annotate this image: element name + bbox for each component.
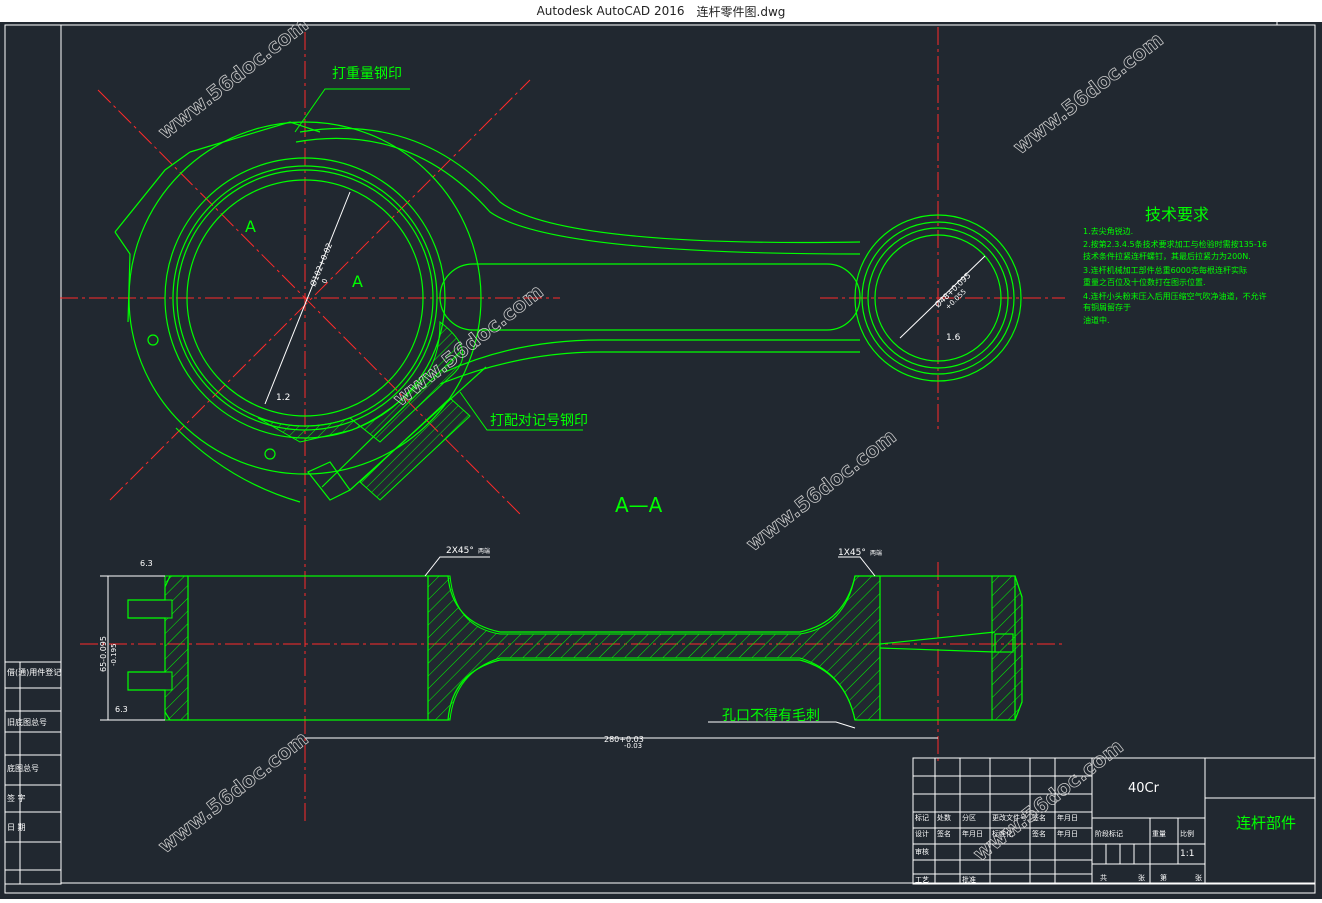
tb-label-sheets2: 张: [1195, 873, 1202, 882]
tb-label-date3: 年月日: [1057, 829, 1078, 838]
tech-line-6: 4.连杆小头粉末压入后用压缩空气吹净油道，不允许: [1083, 291, 1267, 301]
tech-requirements: 技术要求 1.去尖角锐边. 2.按第2.3.4.5条技术要求加工与检验时需按13…: [1083, 205, 1267, 325]
chamfer-right: 1X45°: [838, 548, 866, 558]
tb-label-process: 工艺: [915, 876, 929, 884]
watermark-2: www.56doc.com: [1008, 27, 1167, 159]
roughness-big: 1.2: [276, 393, 290, 403]
tb-label-mark: 标记: [915, 813, 929, 822]
section-hatch-mid: [427, 575, 881, 721]
tech-line-3: 技术条件拉紧连杆螺钉，其最后拉紧力为200N.: [1083, 251, 1251, 261]
tb-label-approve: 批准: [962, 875, 976, 884]
section-hatch-right: [991, 575, 1023, 721]
dim-big-bore-tol: 0: [320, 278, 329, 285]
section-mark-a1: A: [245, 217, 256, 236]
tb-label-sign3: 签名: [1032, 829, 1046, 838]
side-label-5: 日 期: [7, 823, 26, 832]
tb-label-stage: 阶段标记: [1095, 829, 1123, 838]
tb-label-design: 设计: [915, 829, 929, 838]
tech-line-1: 1.去尖角锐边.: [1083, 226, 1133, 236]
bolt-hatch: [359, 397, 471, 501]
tech-line-4: 3.连杆机械加工部件总重6000克每根连杆实际: [1083, 265, 1247, 275]
section-mark-a2: A: [352, 272, 363, 291]
section-view-title: A—A: [615, 493, 663, 517]
section-hatch-left: [164, 575, 189, 721]
material: 40Cr: [1128, 781, 1160, 796]
part-name: 连杆部件: [1236, 814, 1296, 832]
tb-label-page: 第: [1160, 873, 1167, 882]
watermark-5: www.56doc.com: [153, 726, 312, 858]
tb-label-total: 共: [1100, 873, 1107, 882]
dim-width-tol: -0.195: [110, 643, 118, 666]
watermark-6: www.56doc.com: [968, 734, 1127, 866]
tech-line-7: 有铜屑留存于: [1083, 302, 1131, 312]
drawing-frame: [4, 18, 1316, 894]
note-burr: 孔口不得有毛刺: [722, 707, 820, 724]
tech-line-5: 重量之百位及十位数打在图示位置.: [1083, 277, 1206, 287]
tb-label-scale: 比例: [1180, 829, 1194, 838]
side-label-3: 底图总号: [7, 763, 39, 773]
drawing-svg: 借(通)用件登记 旧底图总号 底图总号 签 字 日 期 打重量钢印 打配对记号钢…: [4, 12, 1316, 894]
tech-line-2: 2.按第2.3.4.5条技术要求加工与检验时需按135-16: [1083, 239, 1267, 249]
side-strip: [4, 661, 62, 885]
window-title-bar: Autodesk AutoCAD 2016 连杆零件图.dwg: [0, 0, 1322, 23]
dim-center-tol: -0.03: [624, 742, 642, 750]
chamfer-right-note: 两端: [870, 549, 882, 557]
roughness-small: 1.6: [946, 333, 961, 343]
tb-label-date: 年月日: [1057, 813, 1078, 822]
title-block-text: 40Cr 连杆部件 1:1 标记 处数 分区 更改文件号 签名 年月日 设计 签…: [915, 781, 1296, 884]
dim-width: 65-0.095: [99, 636, 108, 672]
roughness-side-bottom: 6.3: [115, 705, 128, 714]
watermark-1: www.56doc.com: [153, 22, 312, 144]
chamfer-left-note: 两端: [478, 547, 490, 555]
side-strip-labels: 借(通)用件登记 旧底图总号 底图总号 签 字 日 期: [7, 667, 61, 832]
tb-label-sign2: 签名: [937, 829, 951, 838]
watermark-3: www.56doc.com: [388, 279, 547, 411]
tb-label-count: 处数: [937, 813, 951, 822]
tb-label-review: 审核: [915, 847, 929, 856]
tb-label-zone: 分区: [962, 813, 976, 822]
tech-line-8: 油道中.: [1083, 315, 1110, 325]
drawing-canvas[interactable]: 借(通)用件登记 旧底图总号 底图总号 签 字 日 期 打重量钢印 打配对记号钢…: [0, 12, 1322, 899]
watermark-4: www.56doc.com: [741, 424, 900, 556]
tb-label-date2: 年月日: [962, 829, 983, 838]
chamfer-left: 2X45°: [446, 546, 474, 556]
label-weight-stamp: 打重量钢印: [332, 65, 402, 82]
roughness-side-top: 6.3: [140, 559, 153, 568]
side-label-2: 旧底图总号: [7, 717, 47, 727]
file-name: 连杆零件图.dwg: [696, 4, 786, 19]
label-match-stamp: 打配对记号钢印: [490, 412, 588, 429]
tb-label-weight: 重量: [1152, 830, 1166, 838]
side-label-1: 借(通)用件登记: [7, 667, 61, 677]
tech-title: 技术要求: [1145, 205, 1209, 224]
scale-value: 1:1: [1180, 849, 1194, 859]
tb-label-sheets1: 张: [1138, 873, 1145, 882]
side-label-4: 签 字: [7, 793, 26, 803]
app-title: Autodesk AutoCAD 2016: [536, 4, 685, 18]
